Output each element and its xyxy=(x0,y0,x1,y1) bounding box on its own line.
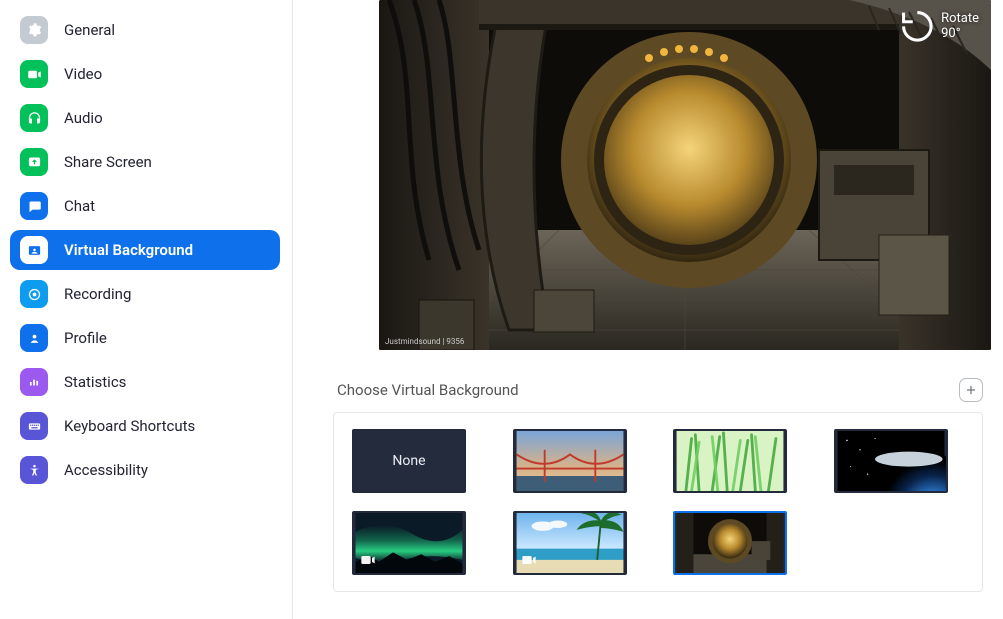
sidebar-item-chat[interactable]: Chat xyxy=(10,186,280,226)
sidebar-item-label: Video xyxy=(64,65,102,83)
sidebar-item-label: Recording xyxy=(64,285,131,303)
preview-watermark: Justmindsound | 9356 xyxy=(385,337,464,346)
chat-icon xyxy=(20,192,48,220)
bg-thumb-beach[interactable] xyxy=(513,511,627,575)
sidebar-item-audio[interactable]: Audio xyxy=(10,98,280,138)
record-icon xyxy=(20,280,48,308)
headphones-icon xyxy=(20,104,48,132)
sidebar-item-label: Share Screen xyxy=(64,153,152,171)
bg-thumb-spaceship[interactable] xyxy=(673,511,787,575)
chooser-heading: Choose Virtual Background xyxy=(337,381,519,399)
virtual-background-panel: Rotate 90° Justmindsound | 9356 Choose V… xyxy=(293,0,1003,619)
virtual-background-icon xyxy=(20,236,48,264)
sidebar-item-general[interactable]: General xyxy=(10,10,280,50)
sidebar-item-label: Accessibility xyxy=(64,461,148,479)
bg-thumb-golden-gate[interactable] xyxy=(513,429,627,493)
bg-thumb-space[interactable] xyxy=(834,429,948,493)
bg-thumb-grass[interactable] xyxy=(673,429,787,493)
bg-thumb-none[interactable]: None xyxy=(352,429,466,493)
sidebar-item-label: Audio xyxy=(64,109,103,127)
sidebar-item-recording[interactable]: Recording xyxy=(10,274,280,314)
background-preview: Rotate 90° Justmindsound | 9356 xyxy=(379,0,991,350)
gear-icon xyxy=(20,16,48,44)
accessibility-icon xyxy=(20,456,48,484)
rotate-label: Rotate 90° xyxy=(941,11,979,41)
profile-icon xyxy=(20,324,48,352)
rotate-icon xyxy=(899,8,936,45)
sidebar-item-label: Virtual Background xyxy=(64,241,193,259)
plus-icon xyxy=(964,383,978,397)
sidebar-item-keyboard-shortcuts[interactable]: Keyboard Shortcuts xyxy=(10,406,280,446)
add-background-button[interactable] xyxy=(959,378,983,402)
keyboard-icon xyxy=(20,412,48,440)
statistics-icon xyxy=(20,368,48,396)
video-icon xyxy=(521,552,537,568)
sidebar-item-label: Keyboard Shortcuts xyxy=(64,417,195,435)
video-icon xyxy=(360,552,376,568)
sidebar-item-label: Chat xyxy=(64,197,95,215)
none-label: None xyxy=(354,431,464,491)
share-screen-icon xyxy=(20,148,48,176)
sidebar-item-label: Profile xyxy=(64,329,107,347)
sidebar-item-statistics[interactable]: Statistics xyxy=(10,362,280,402)
settings-sidebar: General Video Audio Share Screen Chat xyxy=(0,0,293,619)
sidebar-item-profile[interactable]: Profile xyxy=(10,318,280,358)
background-thumbnails: None xyxy=(333,412,983,592)
sidebar-item-label: General xyxy=(64,21,115,39)
sidebar-item-accessibility[interactable]: Accessibility xyxy=(10,450,280,490)
rotate-button[interactable]: Rotate 90° xyxy=(893,6,985,47)
bg-thumb-aurora[interactable] xyxy=(352,511,466,575)
sidebar-item-virtual-background[interactable]: Virtual Background xyxy=(10,230,280,270)
video-icon xyxy=(20,60,48,88)
sidebar-item-label: Statistics xyxy=(64,373,126,391)
sidebar-item-video[interactable]: Video xyxy=(10,54,280,94)
sidebar-item-share-screen[interactable]: Share Screen xyxy=(10,142,280,182)
